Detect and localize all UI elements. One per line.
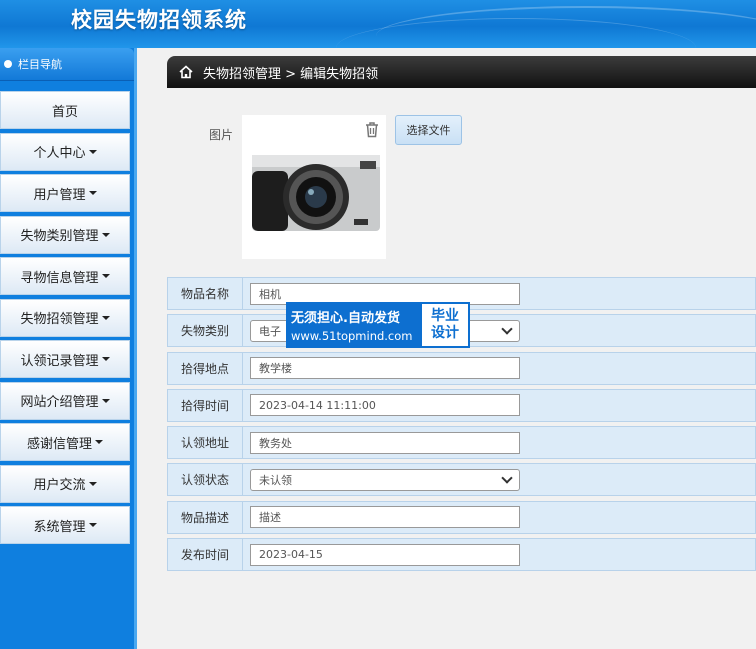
caret-down-icon (88, 191, 97, 195)
sidebar-item-10[interactable]: 系统管理 (0, 506, 130, 544)
sidebar-item-label: 失物招领管理 (20, 312, 99, 327)
watermark-badge: 毕业 设计 (420, 302, 470, 348)
field-value: 教学楼 (259, 362, 292, 376)
text-input[interactable]: 教务处 (250, 431, 520, 454)
field-label: 物品描述 (168, 501, 243, 533)
form-row: 认领地址 教务处 (167, 426, 756, 460)
text-input[interactable]: 2023-04-14 11:11:00 (250, 394, 520, 417)
top-header: 校园失物招领系统 (0, 0, 756, 48)
caret-down-icon (101, 398, 110, 403)
sidebar-item-2[interactable]: 用户管理 (0, 174, 130, 212)
field-label: 失物类别 (168, 315, 243, 347)
sidebar-item-3[interactable]: 失物类别管理 (0, 215, 130, 254)
field-label: 认领状态 (168, 464, 243, 496)
sidebar-item-5[interactable]: 失物招领管理 (0, 298, 130, 337)
field-label: 拾得时间 (168, 389, 243, 421)
breadcrumb: 失物招领管理 > 编辑失物招领 (167, 56, 756, 88)
form-row: 物品描述 描述 (167, 500, 756, 534)
caret-down-icon (101, 232, 110, 237)
field-value: 描述 (259, 511, 281, 525)
field-value: 教务处 (259, 436, 292, 450)
field-value: 未认领 (259, 473, 292, 487)
watermark-line2: www.51topmind.com (291, 329, 413, 343)
breadcrumb-text: 失物招领管理 > 编辑失物招领 (203, 66, 379, 82)
sidebar-item-7[interactable]: 网站介绍管理 (0, 381, 130, 420)
caret-down-icon (88, 523, 97, 527)
image-label: 图片 (209, 128, 234, 142)
caret-down-icon (101, 357, 110, 361)
sidebar-item-label: 感谢信管理 (26, 436, 92, 452)
sidebar-item-8[interactable]: 感谢信管理 (0, 423, 130, 461)
field-label: 发布时间 (168, 539, 243, 571)
text-input[interactable]: 2023-04-15 (250, 543, 520, 566)
nav-bullet-icon (4, 60, 12, 68)
chevron-down-icon (501, 323, 513, 335)
text-input[interactable]: 描述 (250, 506, 520, 529)
select-field[interactable]: 未认领 (250, 468, 520, 491)
sidebar-item-label: 个人中心 (33, 146, 86, 161)
sidebar-item-4[interactable]: 寻物信息管理 (0, 257, 130, 295)
caret-down-icon (88, 481, 97, 486)
nav-header: 栏目导航 (0, 48, 134, 81)
field-value: 电子 (259, 324, 281, 338)
sidebar-item-label: 首页 (51, 104, 78, 120)
sidebar-item-label: 失物类别管理 (20, 229, 99, 244)
caret-down-icon (88, 149, 97, 154)
home-icon[interactable] (179, 65, 193, 79)
nav-list: 首页个人中心用户管理失物类别管理 寻物信息管理 失物招领管理 认领记录管理 网站介绍管理… (0, 91, 134, 544)
site-title: 校园失物招领系统 (71, 8, 247, 32)
sidebar-item-6[interactable]: 认领记录管理 (0, 340, 130, 378)
sidebar-item-label: 用户交流 (33, 478, 86, 493)
field-value: 相机 (259, 287, 281, 301)
sidebar: 栏目导航 首页个人中心用户管理失物类别管理 寻物信息管理 失物招领管理 认领记录管理网… (0, 48, 137, 649)
form-row: 拾得时间 2023-04-14 11:11:00 (167, 388, 756, 422)
caret-down-icon (101, 274, 110, 278)
sidebar-item-1[interactable]: 个人中心 (0, 132, 130, 171)
sidebar-item-9[interactable]: 用户交流 (0, 464, 130, 503)
watermark-line1: 无须担心.自动发货 (291, 311, 400, 326)
sidebar-item-label: 系统管理 (33, 519, 86, 535)
delete-image-icon[interactable] (364, 121, 380, 141)
form-row: 认领状态 未认领 (167, 463, 756, 497)
sidebar-item-label: 寻物信息管理 (20, 270, 99, 286)
form-row: 发布时间 2023-04-15 (167, 538, 756, 572)
chevron-down-icon (501, 472, 513, 484)
sidebar-item-label: 用户管理 (33, 187, 86, 203)
watermark-badge-line2: 设计 (431, 325, 459, 341)
field-label: 拾得地点 (168, 352, 243, 384)
choose-file-button[interactable]: 选择文件 (395, 115, 462, 145)
sidebar-item-label: 认领记录管理 (20, 353, 99, 369)
sidebar-item-label: 网站介绍管理 (20, 395, 99, 410)
nav-heading: 栏目导航 (18, 58, 62, 71)
text-input[interactable]: 教学楼 (250, 357, 520, 380)
watermark-overlay: 无须担心.自动发货 www.51topmind.com 毕业 设计 (286, 302, 470, 348)
field-label: 认领地址 (168, 427, 243, 459)
caret-down-icon (95, 440, 103, 444)
watermark-badge-line1: 毕业 (431, 308, 459, 324)
form-row: 拾得地点 教学楼 (167, 351, 756, 385)
sidebar-item-0[interactable]: 首页 (0, 91, 130, 129)
caret-down-icon (101, 315, 110, 320)
field-label: 物品名称 (168, 278, 243, 309)
field-value: 2023-04-15 (259, 548, 323, 562)
watermark-text-block: 无须担心.自动发货 www.51topmind.com (286, 302, 420, 348)
field-value: 2023-04-14 11:11:00 (259, 398, 376, 412)
